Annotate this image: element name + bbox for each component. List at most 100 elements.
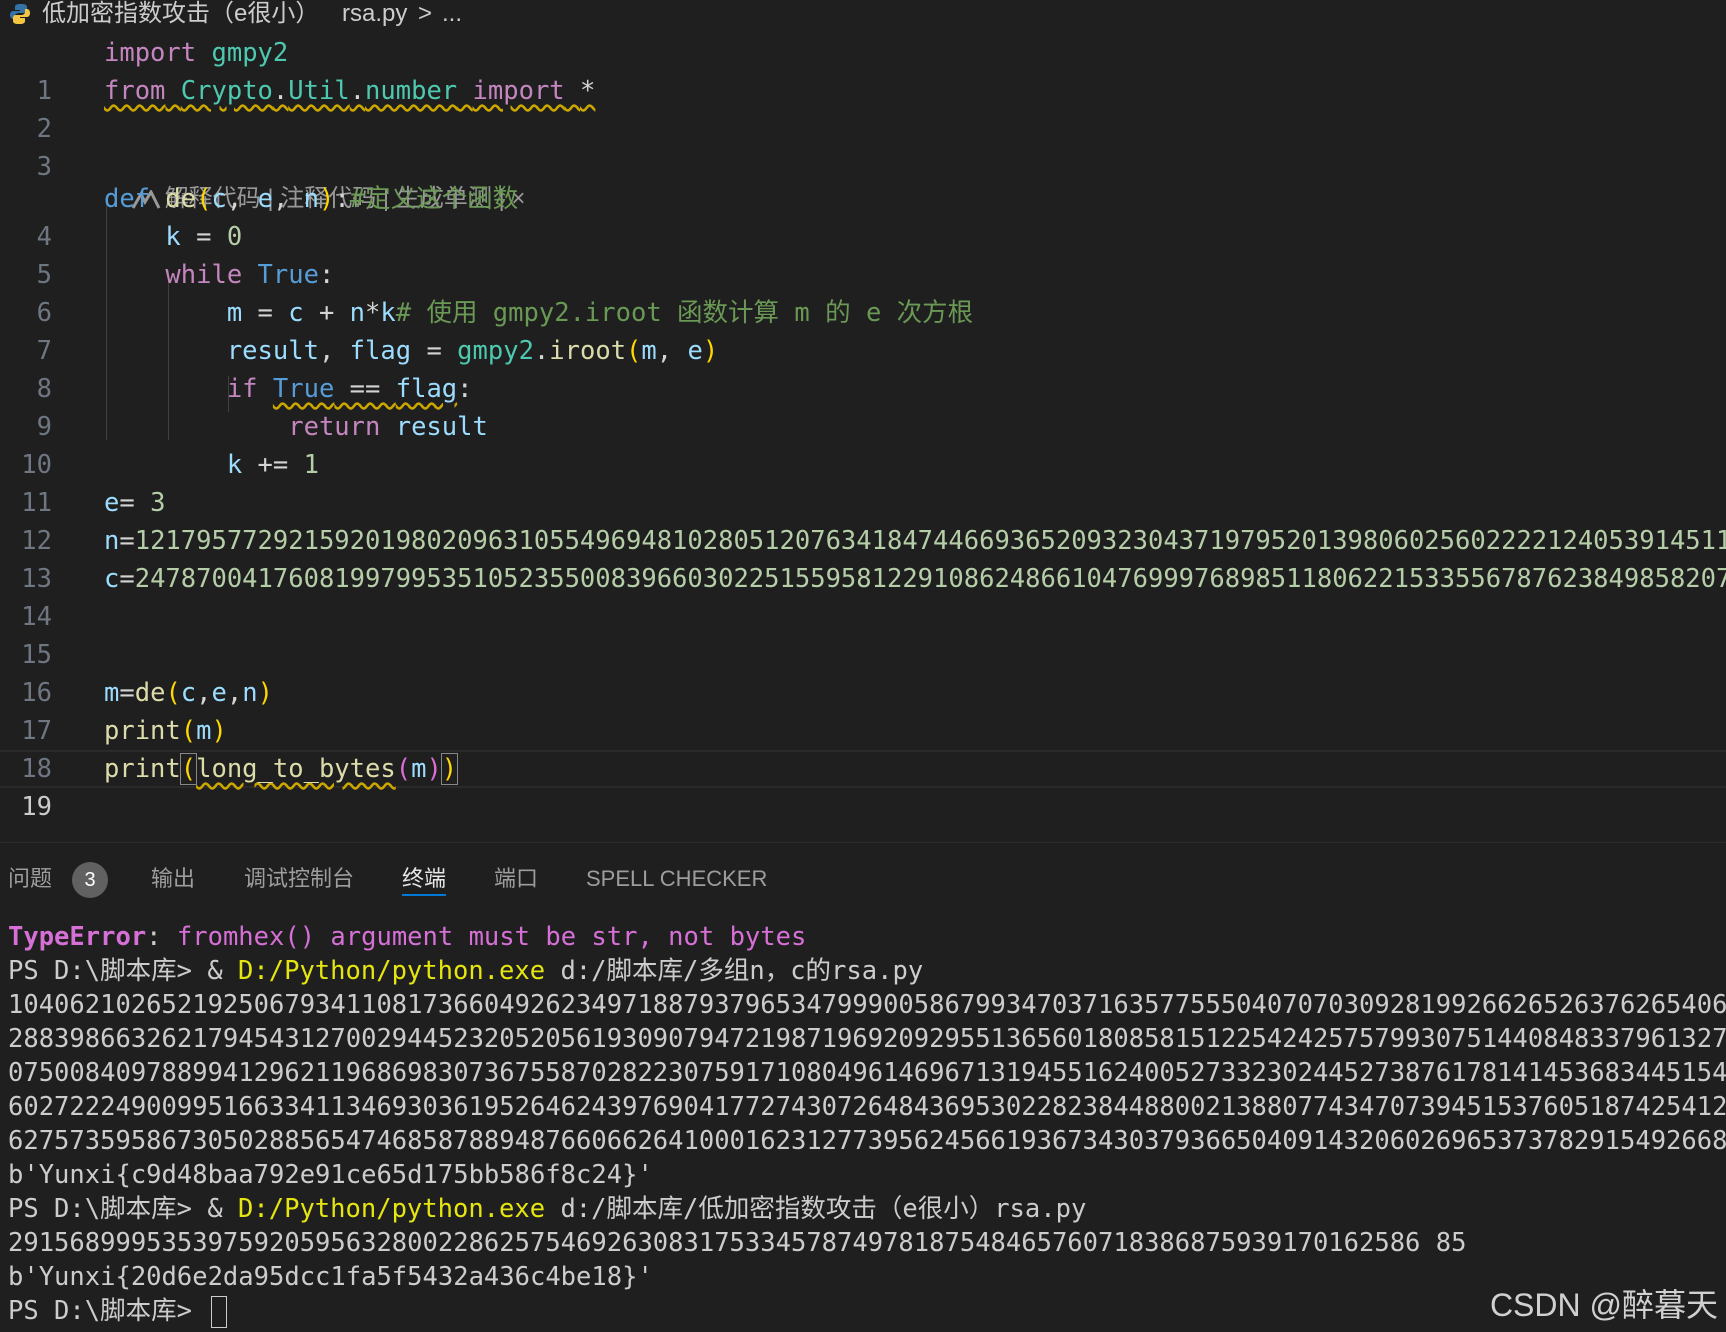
terminal-cursor bbox=[211, 1296, 228, 1328]
tab-debug-console[interactable]: 调试控制台 bbox=[244, 864, 354, 894]
terminal-line: TypeError: fromhex() argument must be st… bbox=[8, 920, 806, 954]
number-literal: 1217957729215920198020963105549694810280… bbox=[134, 526, 1726, 556]
variable: result bbox=[395, 412, 488, 442]
script-path: d:/脚本库/多组n，c的rsa.py bbox=[545, 956, 924, 986]
keyword: from bbox=[104, 76, 166, 106]
comment: #定义这个函数 bbox=[349, 184, 519, 214]
number-literal: 2478700417608199799535105235500839660302… bbox=[134, 564, 1726, 594]
function-name: print bbox=[104, 754, 181, 784]
variable: m bbox=[104, 678, 120, 708]
breadcrumb-file[interactable]: rsa.py bbox=[342, 0, 407, 28]
variable: c bbox=[104, 564, 120, 594]
code-line[interactable]: 17 m=de(c,e,n) bbox=[0, 674, 1726, 746]
code-line[interactable]: 5 k = 0 bbox=[0, 218, 1726, 290]
line-number: 19 bbox=[21, 792, 52, 822]
code-line[interactable]: 9 if True == flag: bbox=[0, 370, 1726, 442]
code-line[interactable]: 16 bbox=[0, 636, 1726, 708]
variable: n bbox=[349, 298, 366, 328]
module-name: gmpy2 bbox=[211, 38, 289, 68]
code-line[interactable]: 18 print(m) bbox=[0, 712, 1726, 784]
terminal-line: 2915689995353975920595632800228625754692… bbox=[8, 1228, 1467, 1258]
breadcrumb-more[interactable]: ... bbox=[442, 0, 462, 28]
terminal-line: 0750084097889941296211968698307367558702… bbox=[8, 1058, 1726, 1088]
keyword: import bbox=[472, 76, 565, 106]
problems-count-badge: 3 bbox=[72, 862, 108, 898]
variable: n bbox=[104, 526, 120, 556]
keyword: import bbox=[104, 38, 197, 68]
terminal-line: 1040621026521925067934110817366049262349… bbox=[8, 990, 1726, 1020]
number-literal: 3 bbox=[150, 488, 166, 518]
keyword: while bbox=[165, 260, 243, 290]
code-line[interactable]: 8 result, flag = gmpy2.iroot(m, e) bbox=[0, 332, 1726, 404]
tab-terminal[interactable]: 终端 bbox=[402, 864, 447, 896]
error-message: fromhex() argument must be str, not byte… bbox=[176, 922, 807, 952]
code-line[interactable]: 15 bbox=[0, 598, 1726, 670]
code-line[interactable]: 11 k += 1 bbox=[0, 446, 1726, 518]
parameter: c bbox=[211, 184, 227, 214]
breadcrumb-separator: > bbox=[418, 0, 433, 27]
breadcrumb: 低加密指数攻击（e很小） rsa.py > ... bbox=[0, 0, 1726, 30]
parameter: e bbox=[257, 184, 273, 214]
code-line[interactable]: 4 def de(c, e, n):#定义这个函数 bbox=[0, 180, 1726, 252]
panel-tab-bar: 问题 3 输出 调试控制台 终端 端口 SPELL CHECKER bbox=[0, 850, 1726, 908]
python-file-icon bbox=[10, 4, 30, 24]
call-operator: & bbox=[207, 1194, 239, 1224]
module-name: Util bbox=[288, 76, 350, 106]
code-line[interactable]: 6 while True: bbox=[0, 256, 1726, 328]
function-name: long_to_bytes bbox=[196, 754, 396, 784]
terminal-line: b'Yunxi{c9d48baa792e91ce65d175bb586f8c24… bbox=[8, 1160, 653, 1190]
tab-problems[interactable]: 问题 bbox=[8, 864, 52, 894]
module-name: gmpy2 bbox=[457, 336, 534, 366]
terminal-line: 6275735958673050288565474685878894876606… bbox=[8, 1126, 1726, 1156]
watermark: CSDN @醉暮天 bbox=[1489, 1287, 1718, 1323]
code-line[interactable]: 14 c=24787004176081997995351052355008396… bbox=[0, 560, 1726, 632]
keyword: return bbox=[288, 412, 381, 442]
prompt: PS D:\脚本库> bbox=[8, 1296, 208, 1326]
code-line-current[interactable]: 19 print(long_to_bytes(m)) bbox=[0, 750, 1726, 822]
variable: m bbox=[226, 298, 243, 328]
number-literal: 1 bbox=[303, 450, 319, 480]
constant: True bbox=[257, 260, 319, 290]
variable: c bbox=[180, 678, 197, 708]
function-name: iroot bbox=[549, 336, 627, 366]
module-name: Crypto bbox=[180, 76, 273, 106]
variable: k bbox=[380, 298, 396, 328]
code-line[interactable]: 7 m = c + n*k# 使用 gmpy2.iroot 函数计算 m 的 e… bbox=[0, 294, 1726, 366]
code-line[interactable]: 13 n=12179577292159201980209631055496948… bbox=[0, 522, 1726, 594]
terminal-line: 2883986632621794543127002944523205205619… bbox=[8, 1024, 1726, 1054]
codelens-bar: 解释代码 | 注释代码 | 生成单测 | × bbox=[104, 142, 525, 212]
tab-spell-checker[interactable]: SPELL CHECKER bbox=[586, 864, 767, 894]
code-line[interactable]: 2 from Crypto.Util.number import * bbox=[0, 72, 1726, 144]
variable: c bbox=[288, 298, 304, 328]
code-line[interactable]: 12 e= 3 bbox=[0, 484, 1726, 556]
function-name: de bbox=[134, 678, 166, 708]
terminal-line[interactable]: PS D:\脚本库> bbox=[8, 1294, 228, 1328]
breadcrumb-folder[interactable]: 低加密指数攻击（e很小） bbox=[42, 0, 319, 28]
error-colon: : bbox=[146, 922, 177, 952]
tab-output[interactable]: 输出 bbox=[151, 864, 195, 894]
script-path: d:/脚本库/低加密指数攻击（e很小）rsa.py bbox=[545, 1194, 1087, 1224]
variable: m bbox=[411, 754, 427, 784]
variable: result bbox=[226, 336, 319, 366]
variable: m bbox=[641, 336, 657, 366]
constant: True bbox=[272, 374, 335, 404]
function-name: print bbox=[104, 716, 181, 746]
variable: k bbox=[165, 222, 181, 252]
terminal-line: 6027222490099516633411346930361952646243… bbox=[8, 1092, 1726, 1122]
keyword: def bbox=[104, 184, 151, 214]
variable: e bbox=[104, 488, 120, 518]
python-exe-path: D:/Python/python.exe bbox=[238, 1194, 546, 1224]
comment: # 使用 gmpy2.iroot 函数计算 m 的 e 次方根 bbox=[395, 298, 974, 328]
number-literal: 0 bbox=[226, 222, 243, 252]
code-line[interactable]: 1 import gmpy2 bbox=[0, 34, 1726, 106]
variable: flag bbox=[395, 374, 458, 404]
error-type: TypeError bbox=[8, 922, 147, 952]
terminal-output[interactable]: TypeError: fromhex() argument must be st… bbox=[0, 920, 1726, 1332]
code-line[interactable]: 10 return result bbox=[0, 408, 1726, 480]
tab-ports[interactable]: 端口 bbox=[494, 864, 538, 894]
module-name: number bbox=[365, 76, 458, 106]
code-editor[interactable]: 1 import gmpy2 2 from Crypto.Util.number… bbox=[0, 34, 1726, 840]
operator: * bbox=[580, 76, 596, 106]
python-exe-path: D:/Python/python.exe bbox=[238, 956, 546, 986]
function-name: de bbox=[165, 184, 197, 214]
